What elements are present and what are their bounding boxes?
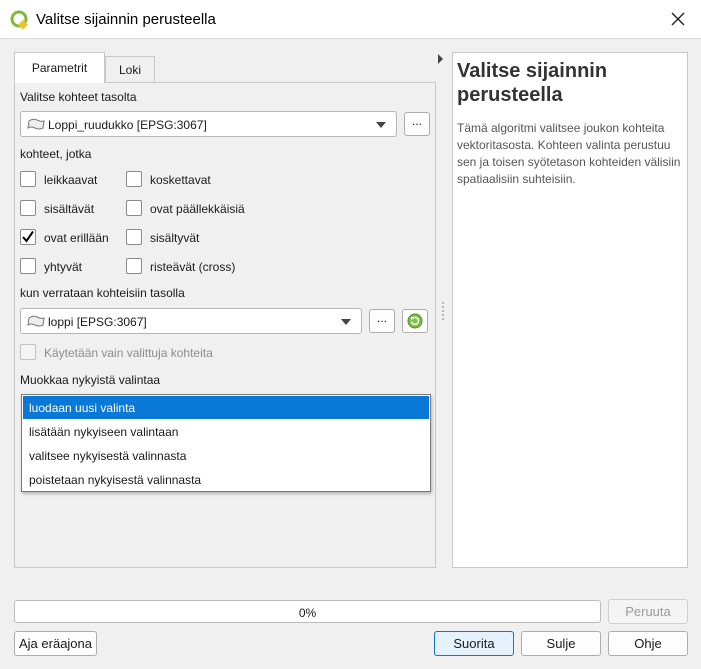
selected-only-label: Käytetään vain valittuja kohteita xyxy=(44,346,213,360)
collapse-arrow-icon[interactable] xyxy=(438,54,443,64)
selected-only-checkbox[interactable] xyxy=(20,344,36,360)
predicate-overlap-label: ovat päällekkäisiä xyxy=(150,202,245,216)
help-button[interactable]: Ohje xyxy=(608,631,688,656)
cancel-button[interactable]: Peruuta xyxy=(608,599,688,624)
method-dropdown-list[interactable]: luodaan uusi valinta lisätään nykyiseen … xyxy=(21,394,431,492)
polygon-layer-icon xyxy=(27,118,45,130)
chevron-down-icon xyxy=(341,319,351,325)
iterate-button[interactable] xyxy=(402,309,428,333)
predicate-intersect-checkbox[interactable] xyxy=(20,171,36,187)
refresh-icon xyxy=(407,313,423,329)
window-title: Valitse sijainnin perusteella xyxy=(36,11,216,28)
parameters-panel: Valitse kohteet tasolta Loppi_ruudukko [… xyxy=(14,82,436,568)
source-layer-combo[interactable]: Loppi_ruudukko [EPSG:3067] xyxy=(20,111,397,137)
method-label: Muokkaa nykyistä valintaa xyxy=(20,373,161,387)
chevron-down-icon xyxy=(376,122,386,128)
run-button[interactable]: Suorita xyxy=(434,631,514,656)
polygon-layer-icon xyxy=(27,315,45,327)
batch-process-button[interactable]: Aja eräajona xyxy=(14,631,97,656)
predicate-contain-checkbox[interactable] xyxy=(20,200,36,216)
source-layer-browse-button[interactable]: ... xyxy=(404,112,430,136)
checkmark-icon xyxy=(22,230,34,243)
close-button[interactable] xyxy=(655,0,701,39)
predicate-within-checkbox[interactable] xyxy=(126,229,142,245)
predicate-overlap-checkbox[interactable] xyxy=(126,200,142,216)
compare-layer-browse-button[interactable]: ... xyxy=(369,309,395,333)
qgis-icon xyxy=(10,10,28,30)
predicate-contain-label: sisältävät xyxy=(44,202,95,216)
predicate-label: kohteet, jotka xyxy=(20,147,92,161)
progress-bar: 0% xyxy=(14,600,601,623)
compare-layer-label: kun verrataan kohteisiin tasolla xyxy=(20,286,185,300)
method-option-remove[interactable]: poistetaan nykyisestä valinnasta xyxy=(23,468,429,491)
predicate-equal-checkbox[interactable] xyxy=(20,258,36,274)
close-dialog-button[interactable]: Sulje xyxy=(521,631,601,656)
predicate-touch-checkbox[interactable] xyxy=(126,171,142,187)
help-title: Valitse sijainnin perusteella xyxy=(457,60,608,106)
predicate-cross-checkbox[interactable] xyxy=(126,258,142,274)
help-text: Tämä algoritmi valitsee joukon kohteita … xyxy=(457,121,681,186)
predicate-intersect-label: leikkaavat xyxy=(44,173,98,187)
compare-layer-combo[interactable]: loppi [EPSG:3067] xyxy=(20,308,362,334)
help-panel: Valitse sijainnin perusteella Tämä algor… xyxy=(452,52,688,568)
predicate-cross-label: risteävät (cross) xyxy=(150,260,236,274)
source-layer-label: Valitse kohteet tasolta xyxy=(20,90,137,104)
predicate-disjoint-checkbox[interactable] xyxy=(20,229,36,245)
splitter-handle[interactable] xyxy=(442,302,444,320)
predicate-within-label: sisältyvät xyxy=(150,231,200,245)
predicate-touch-label: koskettavat xyxy=(150,173,211,187)
predicate-disjoint-label: ovat erillään xyxy=(44,231,109,245)
method-option-add[interactable]: lisätään nykyiseen valintaan xyxy=(23,420,429,443)
predicate-equal-label: yhtyvät xyxy=(44,260,83,274)
source-layer-value: Loppi_ruudukko [EPSG:3067] xyxy=(48,118,207,132)
tab-log[interactable]: Loki xyxy=(105,56,155,82)
compare-layer-value: loppi [EPSG:3067] xyxy=(48,315,147,329)
tab-parameters[interactable]: Parametrit xyxy=(14,52,105,83)
method-option-intersect[interactable]: valitsee nykyisestä valinnasta xyxy=(23,444,429,467)
close-icon xyxy=(671,12,685,26)
method-option-new[interactable]: luodaan uusi valinta xyxy=(23,396,429,419)
title-bar: Valitse sijainnin perusteella xyxy=(0,0,701,39)
